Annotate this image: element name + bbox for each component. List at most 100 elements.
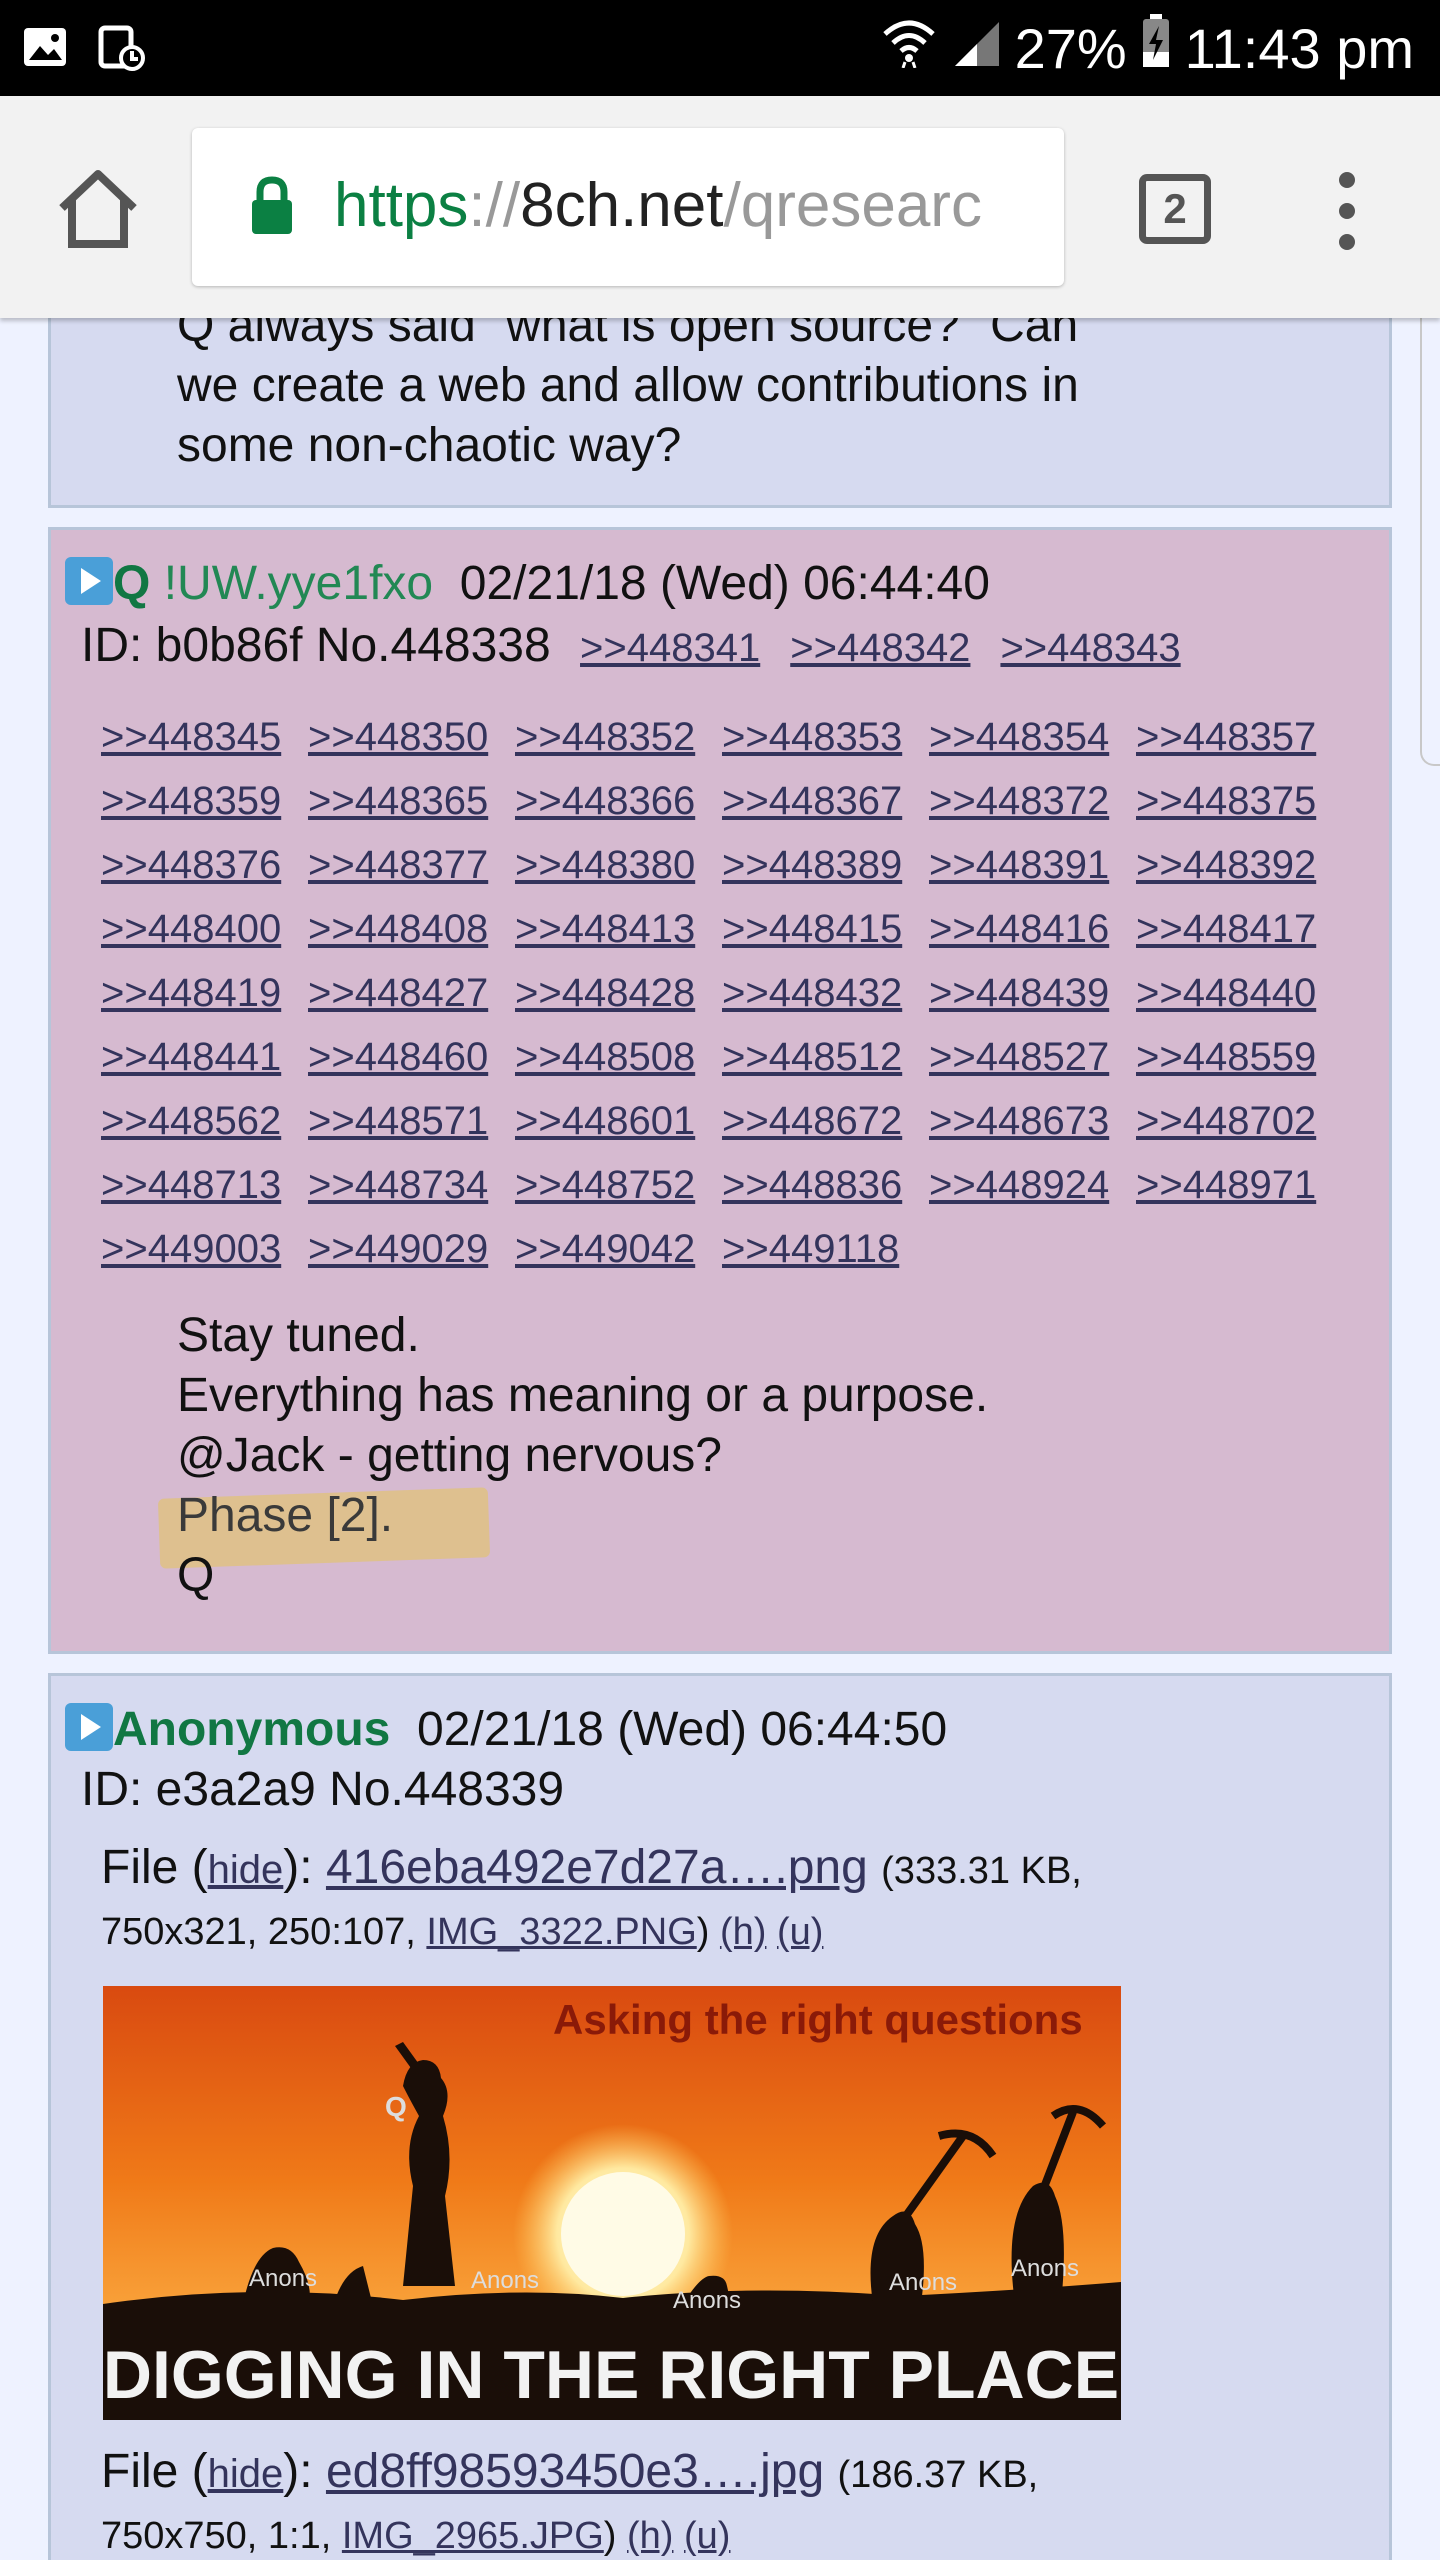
backlink[interactable]: >>448391 — [929, 833, 1136, 897]
tab-switcher-button[interactable]: 2 — [1139, 174, 1211, 244]
post-id[interactable]: ID: e3a2a9 No.448339 — [81, 1760, 564, 1820]
file-link[interactable]: ed8ff98593450e3….jpg — [326, 2445, 824, 2498]
post-body-line: some non-chaotic way? — [177, 419, 682, 472]
post-body-line: Everything has meaning or a purpose. — [177, 1369, 989, 1422]
backlink[interactable]: >>448353 — [722, 705, 929, 769]
post-previous: Q always said "what is open source?" Can… — [48, 299, 1392, 508]
file-size: (333.31 KB, — [881, 1850, 1082, 1892]
backlink[interactable]: >>448562 — [101, 1089, 308, 1153]
backlink[interactable]: >>448367 — [722, 769, 929, 833]
backlink[interactable]: >>448342 — [790, 626, 970, 670]
h-link[interactable]: (h) — [720, 1911, 766, 1953]
home-icon — [59, 170, 137, 248]
hide-file-link[interactable]: hide — [208, 2452, 284, 2496]
backlink[interactable]: >>448415 — [722, 897, 929, 961]
post-header: Anonymous 02/21/18 (Wed) 06:44:50 — [65, 1700, 947, 1760]
backlink[interactable]: >>448366 — [515, 769, 722, 833]
backlink[interactable]: >>448508 — [515, 1025, 722, 1089]
backlink[interactable]: >>448601 — [515, 1089, 722, 1153]
backlink[interactable]: >>449118 — [722, 1217, 929, 1281]
backlink[interactable]: >>448527 — [929, 1025, 1136, 1089]
backlink[interactable]: >>448377 — [308, 833, 515, 897]
u-link[interactable]: (u) — [777, 1911, 823, 1953]
scrollbar[interactable] — [1420, 286, 1440, 766]
backlink[interactable]: >>448372 — [929, 769, 1136, 833]
backlink[interactable]: >>448354 — [929, 705, 1136, 769]
post-body-line: Stay tuned. — [177, 1309, 420, 1362]
expand-post-icon[interactable] — [65, 1703, 113, 1751]
backlink[interactable]: >>448427 — [308, 961, 515, 1025]
backlink[interactable]: >>448416 — [929, 897, 1136, 961]
backlink[interactable]: >>449029 — [308, 1217, 515, 1281]
u-link[interactable]: (u) — [684, 2515, 730, 2557]
file-link[interactable]: 416eba492e7d27a….png — [326, 1841, 868, 1894]
backlink[interactable]: >>448357 — [1136, 705, 1343, 769]
file-label: File — [101, 1841, 179, 1894]
backlink[interactable]: >>448439 — [929, 961, 1136, 1025]
clock: 11:43 pm — [1184, 16, 1414, 80]
backlink[interactable]: >>448702 — [1136, 1089, 1343, 1153]
post-id[interactable]: ID: b0b86f No.448338 — [81, 619, 551, 672]
battery-charging-icon — [1141, 14, 1171, 83]
backlink[interactable]: >>448924 — [929, 1153, 1136, 1217]
original-filename-link[interactable]: IMG_2965.JPG — [342, 2515, 604, 2557]
file-meta: 750x750, 1:1, IMG_2965.JPG) (h) (u) — [101, 2515, 731, 2557]
backlink[interactable]: >>448341 — [580, 626, 760, 670]
backlink[interactable]: >>448419 — [101, 961, 308, 1025]
backlink[interactable]: >>448673 — [929, 1089, 1136, 1153]
backlink[interactable]: >>448389 — [722, 833, 929, 897]
backlink[interactable]: >>448734 — [308, 1153, 515, 1217]
backlink[interactable]: >>449003 — [101, 1217, 308, 1281]
post-image[interactable]: Asking the right questions Q Anons Anons… — [103, 1986, 1121, 2420]
backlink[interactable]: >>448752 — [515, 1153, 722, 1217]
backlink[interactable]: >>448350 — [308, 705, 515, 769]
address-bar[interactable]: https://8ch.net/qresearc — [192, 128, 1064, 286]
backlink[interactable]: >>448359 — [101, 769, 308, 833]
backlink[interactable]: >>448440 — [1136, 961, 1343, 1025]
screenshot-notification-icon — [98, 24, 146, 77]
backlink[interactable]: >>448971 — [1136, 1153, 1343, 1217]
backlink[interactable]: >>448392 — [1136, 833, 1343, 897]
post-date: 02/21/18 (Wed) 06:44:40 — [459, 557, 990, 610]
backlink[interactable]: >>448413 — [515, 897, 722, 961]
image-top-text: Asking the right questions — [553, 1996, 1083, 2043]
backlink[interactable]: >>448441 — [101, 1025, 308, 1089]
file-info: File (hide): ed8ff98593450e3….jpg (186.3… — [101, 2445, 1039, 2498]
status-bar: 27% 11:43 pm — [0, 0, 1440, 96]
backlink[interactable]: >>448836 — [722, 1153, 929, 1217]
h-link[interactable]: (h) — [627, 2515, 673, 2557]
backlink[interactable]: >>448365 — [308, 769, 515, 833]
backlink[interactable]: >>448672 — [722, 1089, 929, 1153]
backlink[interactable]: >>448352 — [515, 705, 722, 769]
backlink[interactable]: >>448408 — [308, 897, 515, 961]
expand-post-icon[interactable] — [65, 557, 113, 605]
overflow-menu-icon[interactable] — [1332, 172, 1362, 252]
tripcode: !UW.yye1fxo — [163, 557, 434, 610]
backlink[interactable]: >>448343 — [1000, 626, 1180, 670]
backlink[interactable]: >>448460 — [308, 1025, 515, 1089]
backlink[interactable]: >>448432 — [722, 961, 929, 1025]
backlink[interactable]: >>449042 — [515, 1217, 722, 1281]
post-body-line: Q — [177, 1549, 215, 1602]
home-button[interactable] — [52, 166, 144, 250]
hide-file-link[interactable]: hide — [208, 1848, 284, 1892]
backlink[interactable]: >>448345 — [101, 705, 308, 769]
backlink[interactable]: >>448376 — [101, 833, 308, 897]
file-info: File (hide): 416eba492e7d27a….png (333.3… — [101, 1841, 1082, 1894]
backlink[interactable]: >>448380 — [515, 833, 722, 897]
post-body-line: Phase [2]. — [177, 1489, 394, 1542]
backlink[interactable]: >>448559 — [1136, 1025, 1343, 1089]
backlink[interactable]: >>448713 — [101, 1153, 308, 1217]
image-anon-label: Anons — [889, 2269, 957, 2296]
backlink[interactable]: >>448571 — [308, 1089, 515, 1153]
image-notification-icon — [22, 24, 68, 77]
image-anon-label: Anons — [1011, 2255, 1079, 2282]
backlink[interactable]: >>448512 — [722, 1025, 929, 1089]
backlink[interactable]: >>448400 — [101, 897, 308, 961]
backlink[interactable]: >>448375 — [1136, 769, 1343, 833]
backlink[interactable]: >>448428 — [515, 961, 722, 1025]
file-label: File — [101, 2445, 179, 2498]
backlink[interactable]: >>448417 — [1136, 897, 1343, 961]
original-filename-link[interactable]: IMG_3322.PNG — [426, 1911, 696, 1953]
post-body: Stay tuned. Everything has meaning or a … — [177, 1306, 988, 1606]
